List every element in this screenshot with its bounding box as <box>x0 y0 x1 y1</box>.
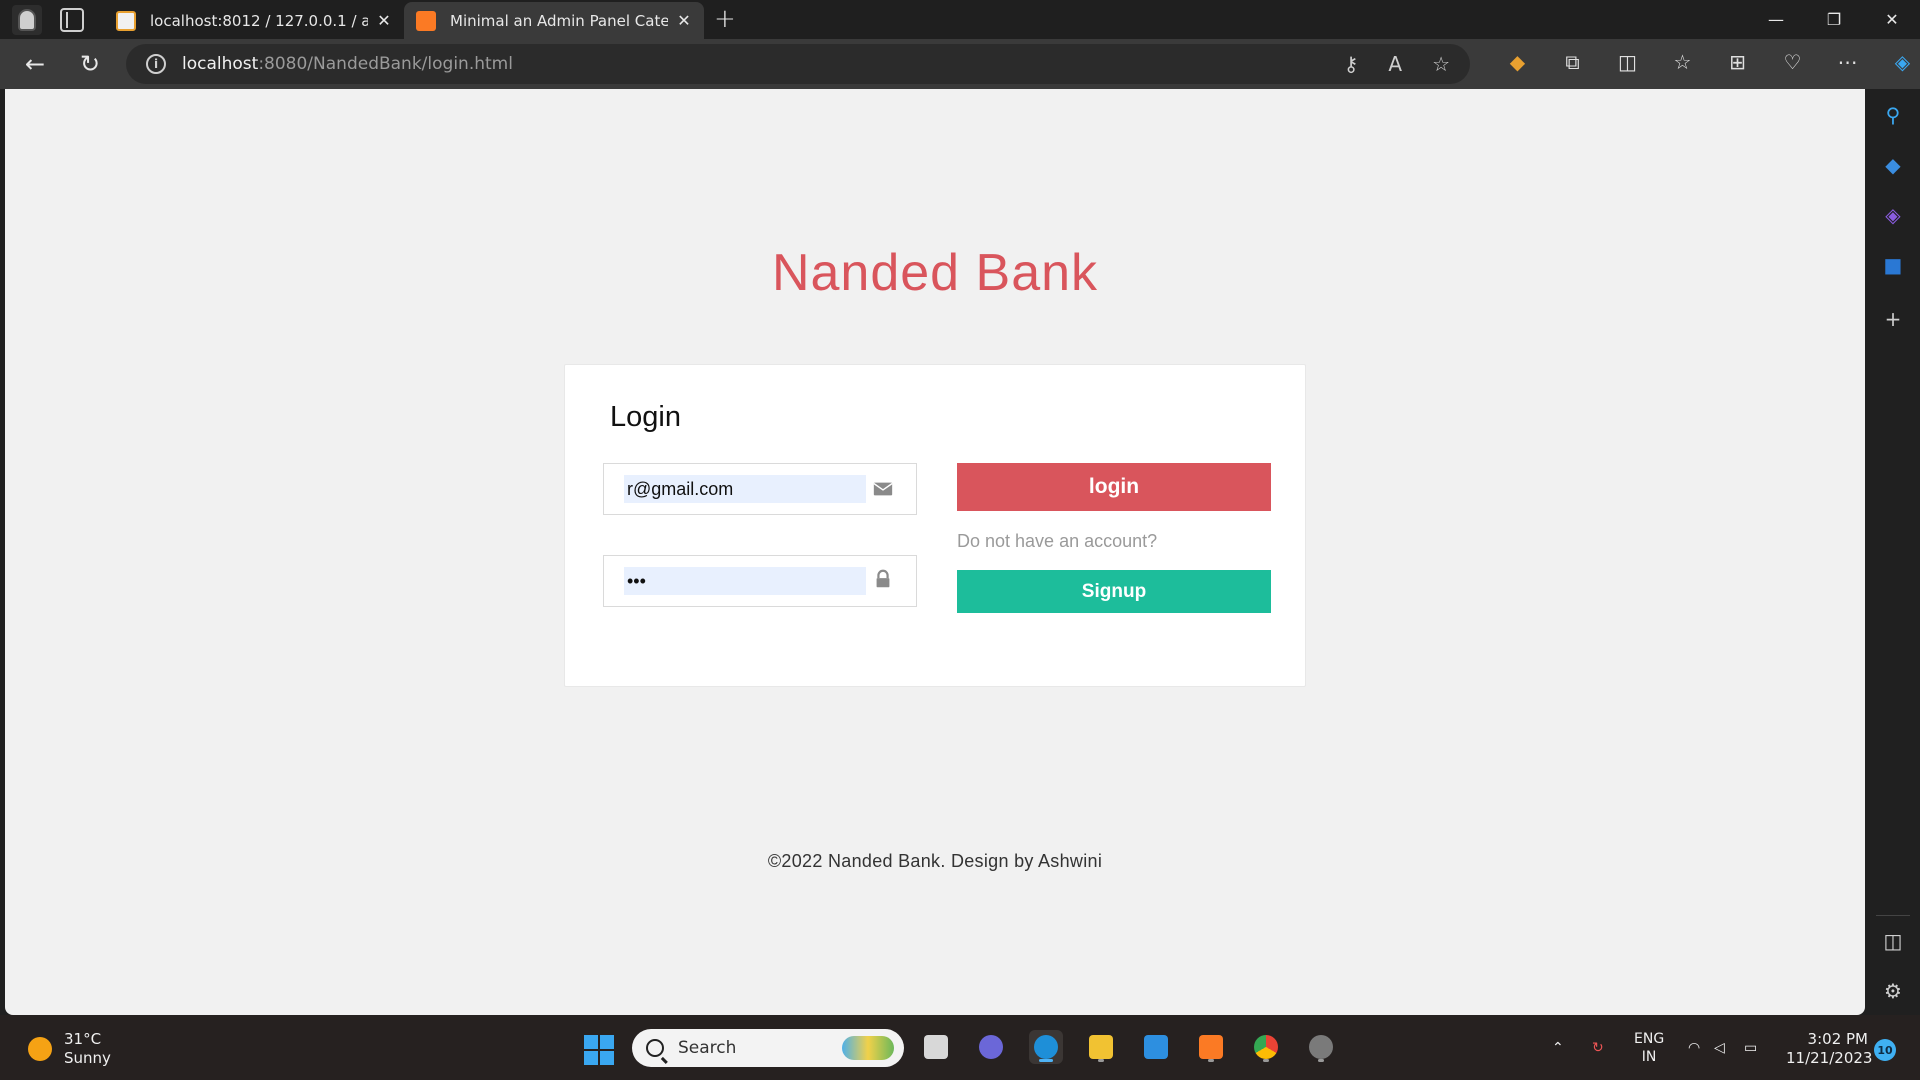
login-card: Login r@gmail.com ••• login Do not have … <box>564 364 1306 687</box>
taskbar-search[interactable]: Search <box>632 1029 904 1067</box>
add-icon[interactable]: + <box>1881 307 1905 331</box>
profile-icon <box>18 9 36 31</box>
sun-icon[interactable] <box>28 1037 52 1061</box>
back-icon[interactable]: ← <box>20 49 50 79</box>
footer-copyright: ©2022 Nanded Bank. Design by Ashwini <box>767 851 1103 871</box>
address-bar[interactable]: i localhost:8080/NandedBank/login.html ⚷… <box>126 44 1470 84</box>
copilot-icon[interactable]: ◈ <box>1875 50 1920 74</box>
favorite-star-icon[interactable]: ☆ <box>1432 52 1450 76</box>
read-aloud-icon[interactable]: A <box>1388 52 1402 76</box>
profile-avatar[interactable] <box>12 5 42 35</box>
close-tab-icon[interactable]: ✕ <box>376 11 392 30</box>
refresh-icon[interactable]: ↻ <box>75 49 105 79</box>
envelope-icon <box>873 482 893 496</box>
search-icon[interactable]: ⚲ <box>1881 103 1905 127</box>
email-field: r@gmail.com <box>603 463 917 515</box>
tab-actions-icon[interactable] <box>60 8 84 32</box>
weather-widget[interactable]: 31°C Sunny <box>64 1030 111 1068</box>
tab-title: localhost:8012 / 127.0.0.1 / aplica <box>150 11 368 30</box>
hide-sidebar-icon[interactable]: ◫ <box>1881 929 1905 953</box>
chrome-icon[interactable] <box>1249 1030 1283 1064</box>
start-windows-icon[interactable] <box>584 1035 614 1065</box>
weather-temp: 31°C <box>64 1030 102 1048</box>
xampp-icon[interactable] <box>1194 1030 1228 1064</box>
language-line2: IN <box>1641 1048 1657 1065</box>
sidebar-divider <box>1876 915 1910 916</box>
copilot-sidebar-icon[interactable]: ◈ <box>1881 203 1905 227</box>
password-input[interactable]: ••• <box>624 567 866 595</box>
email-input[interactable]: r@gmail.com <box>624 475 866 503</box>
notification-badge[interactable]: 10 <box>1874 1039 1896 1061</box>
no-account-text: Do not have an account? <box>957 531 1158 551</box>
tab-phpmyadmin[interactable]: localhost:8012 / 127.0.0.1 / aplica ✕ <box>104 2 404 39</box>
site-info-icon[interactable]: i <box>146 54 166 74</box>
clock-date: 11/21/2023 <box>1786 1049 1873 1067</box>
language-line1: ENG <box>1634 1030 1665 1047</box>
key-icon[interactable]: ⚷ <box>1344 52 1359 76</box>
settings-app-icon[interactable] <box>1304 1030 1338 1064</box>
signup-button[interactable]: Signup <box>957 570 1271 613</box>
tab-admin-panel[interactable]: Minimal an Admin Panel Category ✕ <box>404 2 704 39</box>
language-indicator[interactable]: ENG IN <box>1634 1015 1664 1080</box>
sync-icon[interactable]: ↻ <box>1592 1015 1604 1080</box>
clock-time: 3:02 PM <box>1807 1030 1868 1048</box>
browser-tab-strip: localhost:8012 / 127.0.0.1 / aplica ✕ Mi… <box>0 0 1920 39</box>
outlook-icon[interactable]: ■ <box>1881 253 1905 277</box>
performance-icon[interactable]: ♡ <box>1765 50 1820 74</box>
favorites-icon[interactable]: ☆ <box>1655 50 1710 74</box>
collections-icon[interactable]: ⊞ <box>1710 50 1765 74</box>
teams-chat-icon[interactable] <box>974 1030 1008 1064</box>
battery-icon[interactable]: ▭ <box>1744 1015 1757 1080</box>
wifi-icon[interactable]: ◠ <box>1688 1015 1700 1080</box>
minimize-icon[interactable]: — <box>1748 0 1804 39</box>
close-tab-icon[interactable]: ✕ <box>676 11 692 30</box>
tray-overflow-icon[interactable]: ⌃ <box>1552 1015 1564 1080</box>
page-title: Nanded Bank <box>771 244 1099 302</box>
phpmyadmin-favicon-icon <box>116 10 136 31</box>
mail-icon[interactable] <box>1139 1030 1173 1064</box>
split-screen-icon[interactable]: ◫ <box>1600 50 1655 74</box>
lock-icon <box>876 569 890 588</box>
password-field: ••• <box>603 555 917 607</box>
clock[interactable]: 3:02 PM 11/21/2023 <box>1786 1030 1873 1068</box>
browser-toolbar: ← ↻ i localhost:8080/NandedBank/login.ht… <box>0 39 1920 89</box>
url-text: localhost:8080/NandedBank/login.html <box>182 54 513 74</box>
extensions-icon[interactable]: ⧉ <box>1545 50 1600 74</box>
close-window-icon[interactable]: ✕ <box>1864 0 1920 39</box>
task-view-icon[interactable] <box>919 1030 953 1064</box>
tab-title: Minimal an Admin Panel Category <box>450 11 668 30</box>
volume-icon[interactable]: ◁ <box>1714 1015 1725 1080</box>
windows-taskbar: 31°C Sunny Search ⌃ ↻ ENG IN ◠ ◁ ▭ 3:02 … <box>0 1015 1920 1080</box>
xampp-favicon-icon <box>416 10 436 31</box>
login-heading: Login <box>610 401 681 433</box>
edge-sidebar: ⚲ ◆ ◈ ■ + ◫ ⚙ <box>1866 89 1920 1015</box>
login-button[interactable]: login <box>957 463 1271 511</box>
shopping-tag-icon[interactable]: ◆ <box>1881 153 1905 177</box>
search-highlight-icon <box>842 1036 894 1060</box>
weather-condition: Sunny <box>64 1049 111 1067</box>
page-viewport: Nanded Bank Login r@gmail.com ••• login … <box>5 89 1865 1015</box>
restore-icon[interactable]: ❐ <box>1806 0 1862 39</box>
edge-browser-icon[interactable] <box>1029 1030 1063 1064</box>
file-explorer-icon[interactable] <box>1084 1030 1118 1064</box>
rewards-icon[interactable]: ◆ <box>1490 50 1545 74</box>
more-icon[interactable]: ⋯ <box>1820 50 1875 74</box>
new-tab-icon[interactable]: + <box>714 4 736 34</box>
settings-gear-icon[interactable]: ⚙ <box>1881 979 1905 1003</box>
search-label: Search <box>678 1038 737 1058</box>
search-magnifier-icon <box>646 1039 664 1057</box>
